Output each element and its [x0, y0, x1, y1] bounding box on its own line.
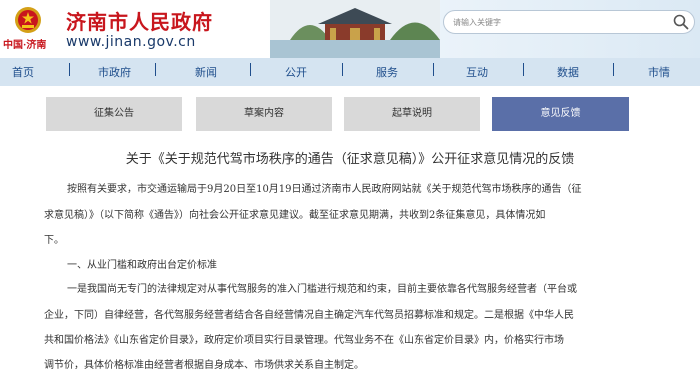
- paragraph-line: 企业，下同）自律经营，各代驾服务经营者结合各自经营情况自主确定汽车代驾员招募标准…: [44, 310, 574, 321]
- nav-separator: [250, 63, 251, 76]
- nav-separator: [342, 63, 343, 76]
- article-title: 关于《关于规范代驾市场秩序的通告（征求意见稿）》公开征求意见情况的反馈: [125, 152, 575, 167]
- nav-item-home[interactable]: 首页: [12, 64, 34, 80]
- nav-separator: [613, 63, 614, 76]
- paragraph-line: 共和国价格法》《山东省定价目录》，政府定价项目实行目录管理。代驾业务不在《山东省…: [44, 335, 564, 346]
- site-url: www.jinan.gov.cn: [66, 34, 196, 50]
- paragraph-line: 求意见稿）》（以下简称《通告》）向社会公开征求意见建议。截至征求意见期满，共收到…: [44, 210, 546, 221]
- nav-separator: [433, 63, 434, 76]
- banner-pavilion-image: [270, 0, 440, 58]
- nav-item-public[interactable]: 公开: [285, 64, 307, 80]
- nav-separator: [155, 63, 156, 76]
- nav-item-interaction[interactable]: 互动: [466, 64, 488, 80]
- tab-drafting-notes[interactable]: 起草说明: [344, 97, 480, 131]
- section-heading: 一、从业门槛和政府出台定价标准: [67, 260, 217, 271]
- nav-item-news[interactable]: 新闻: [195, 64, 217, 80]
- tab-feedback[interactable]: 意见反馈: [492, 97, 629, 131]
- svg-text:中国·济南: 中国·济南: [3, 38, 46, 51]
- paragraph-line: 调节价，具体价格标准由经营者根据自身成本、市场供求关系自主制定。: [44, 360, 364, 371]
- nav-item-data[interactable]: 数据: [557, 64, 579, 80]
- nav-item-services[interactable]: 服务: [376, 64, 398, 80]
- nav-item-city-info[interactable]: 市情: [648, 64, 670, 80]
- site-title: 济南市人民政府: [66, 10, 213, 34]
- nav-separator: [69, 63, 70, 76]
- main-nav: 首页 市政府 新闻 公开 服务 互动 数据 市情: [0, 58, 700, 86]
- tab-draft-content[interactable]: 草案内容: [196, 97, 332, 131]
- national-emblem-icon: [15, 7, 41, 33]
- search-icon[interactable]: [672, 13, 690, 31]
- nav-separator: [523, 63, 524, 76]
- site-header: 中国·济南 济南市人民政府 www.jinan.gov.cn: [0, 0, 700, 58]
- paragraph-line: 下。: [44, 235, 64, 246]
- paragraph-line: 按照有关要求，市交通运输局于9月20日至10月19日通过济南市人民政府网站就《关…: [67, 184, 582, 195]
- search-input[interactable]: [450, 13, 660, 31]
- search-box: [443, 10, 695, 34]
- nav-item-government[interactable]: 市政府: [98, 64, 131, 80]
- paragraph-line: 一是我国尚无专门的法律规定对从事代驾服务的准入门槛进行规范和约束，目前主要依靠各…: [67, 284, 577, 295]
- city-logo: 中国·济南: [3, 38, 46, 51]
- tab-announcement[interactable]: 征集公告: [46, 97, 182, 131]
